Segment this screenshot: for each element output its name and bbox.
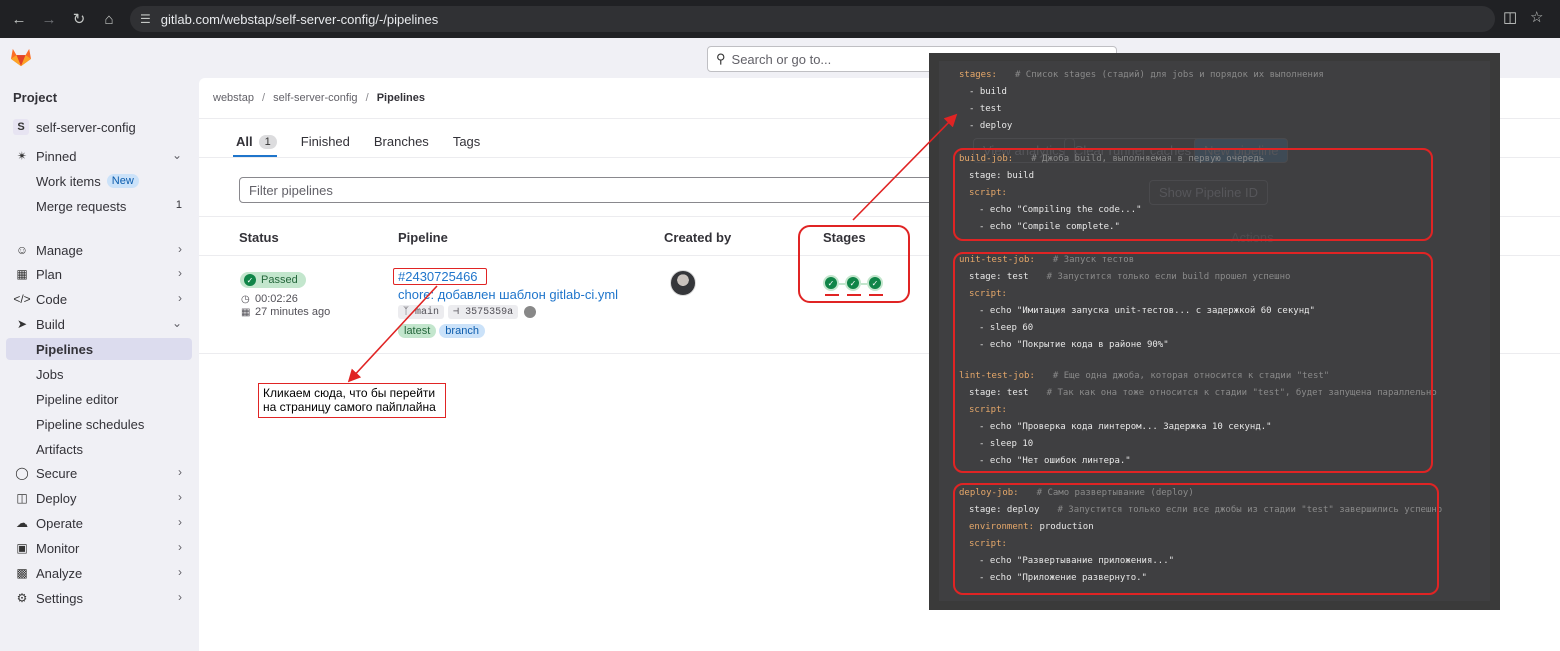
- arrow-to-stages: [852, 113, 958, 221]
- arrow-to-callout: [347, 285, 438, 383]
- annotation-arrows: [347, 113, 958, 383]
